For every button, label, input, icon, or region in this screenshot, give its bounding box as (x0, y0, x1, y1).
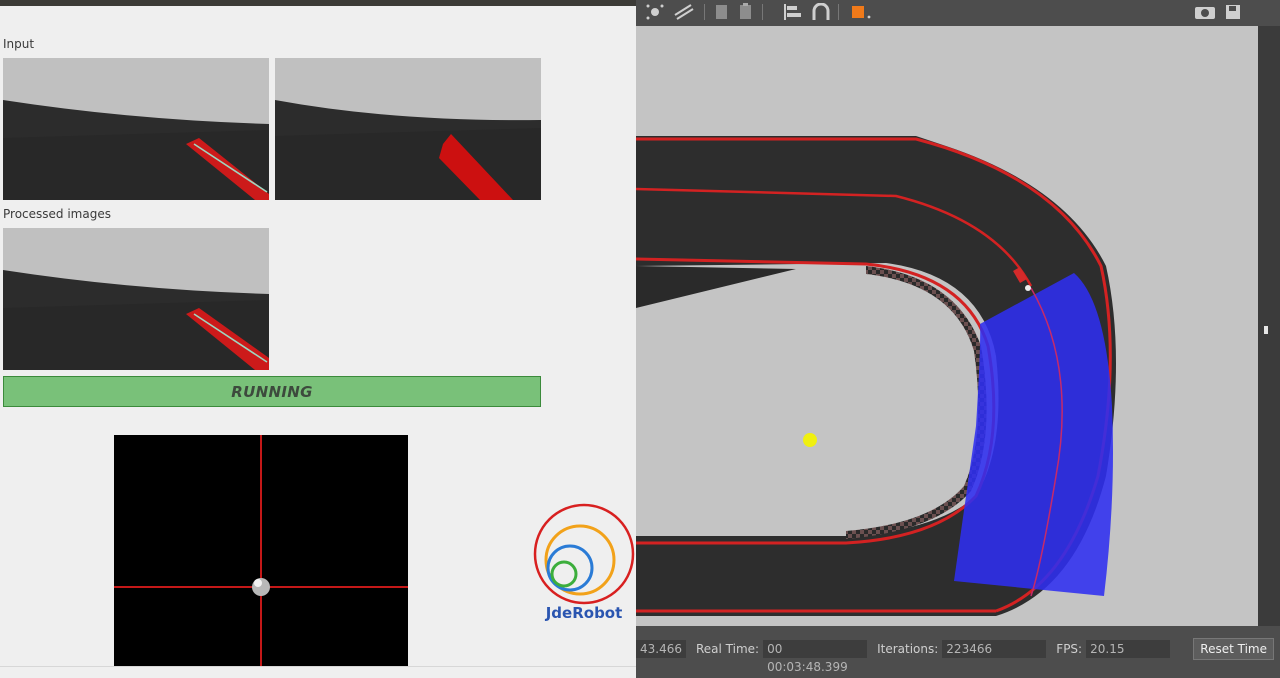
reset-time-button[interactable]: Reset Time (1193, 638, 1274, 660)
gazebo-statusbar: 43.466 Real Time: 00 00:03:48.399 Iterat… (636, 636, 1280, 674)
processed-images-label: Processed images (3, 207, 111, 221)
box-orange-icon[interactable] (848, 2, 874, 22)
screenshot-icon[interactable] (1192, 2, 1218, 22)
iterations-label: Iterations: (877, 642, 939, 656)
gazebo-toolbar (636, 0, 1280, 26)
lines-icon[interactable] (672, 2, 696, 22)
real-time-label: Real Time: (696, 642, 760, 656)
teleop-joystick-pad[interactable] (114, 435, 408, 666)
gazebo-simulator: 43.466 Real Time: 00 00:03:48.399 Iterat… (636, 0, 1280, 678)
status-running-bar: RUNNING (3, 376, 541, 407)
input-label: Input (3, 37, 35, 51)
copy-icon[interactable] (712, 2, 732, 22)
processed-image-view (3, 228, 269, 370)
left-camera-view (3, 58, 269, 200)
lights-icon[interactable] (644, 2, 666, 22)
splitter-handle[interactable] (1264, 326, 1268, 334)
sim-time-value: 43.466 (636, 640, 686, 658)
control-panel: Input Processed images RUNNING JdeRobot (0, 0, 636, 678)
logo-text: JdeRobot (545, 604, 623, 622)
save-icon[interactable] (1222, 2, 1244, 22)
yellow-marker (803, 433, 817, 447)
fps-value: 20.15 (1086, 640, 1171, 658)
divider (0, 666, 636, 667)
real-time-value: 00 00:03:48.399 (763, 640, 868, 674)
magnet-icon[interactable] (810, 2, 832, 22)
fps-label: FPS: (1056, 642, 1083, 656)
paste-icon[interactable] (736, 2, 756, 22)
jderobot-logo: JdeRobot (532, 502, 636, 626)
panel-splitter[interactable] (1258, 26, 1280, 626)
iterations-value: 223466 (942, 640, 1047, 658)
right-camera-view (275, 58, 541, 200)
gazebo-3d-viewport[interactable] (636, 26, 1258, 626)
align-icon[interactable] (782, 2, 804, 22)
